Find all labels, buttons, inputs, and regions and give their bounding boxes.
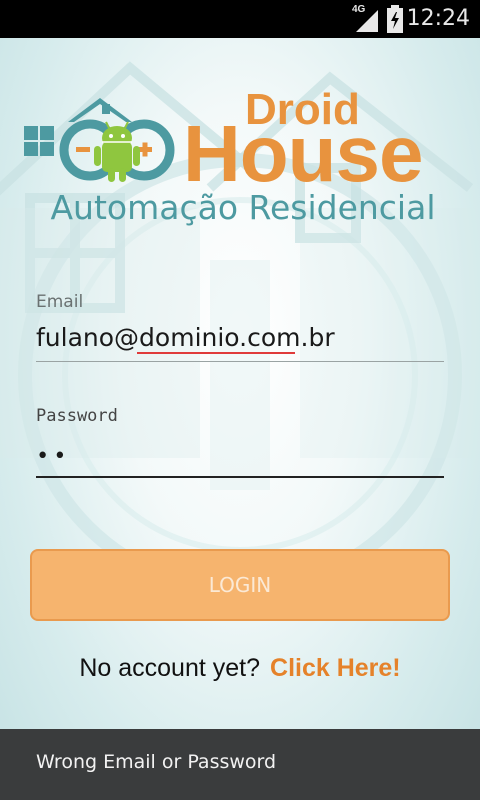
spellcheck-underline: [137, 352, 295, 354]
toast-message: Wrong Email or Password: [36, 751, 277, 773]
signup-prompt: No account yet?: [79, 654, 261, 682]
login-button[interactable]: LOGIN: [30, 549, 450, 621]
logo-brand-house: House: [183, 109, 423, 198]
logo-tagline: Automação Residencial: [50, 188, 436, 227]
email-field-underline: [36, 361, 444, 362]
login-screen: 4G 12:24 Droid House Automação Residenci…: [0, 0, 480, 800]
password-field[interactable]: ••: [36, 440, 436, 474]
droidhouse-logo-mark: [24, 98, 175, 182]
signup-row: No account yet? Click Here!: [0, 648, 480, 688]
signup-link[interactable]: Click Here!: [270, 654, 401, 682]
email-label: Email: [36, 292, 84, 312]
error-toast: Wrong Email or Password: [0, 729, 480, 800]
status-bar: 4G 12:24: [0, 0, 480, 38]
battery-charging-icon: [387, 5, 403, 33]
status-clock: 12:24: [406, 6, 470, 31]
signal-icon: [356, 10, 378, 32]
password-label: Password: [36, 406, 118, 426]
email-field[interactable]: fulano@dominio.com.br: [36, 321, 436, 355]
password-field-underline: [36, 476, 444, 478]
